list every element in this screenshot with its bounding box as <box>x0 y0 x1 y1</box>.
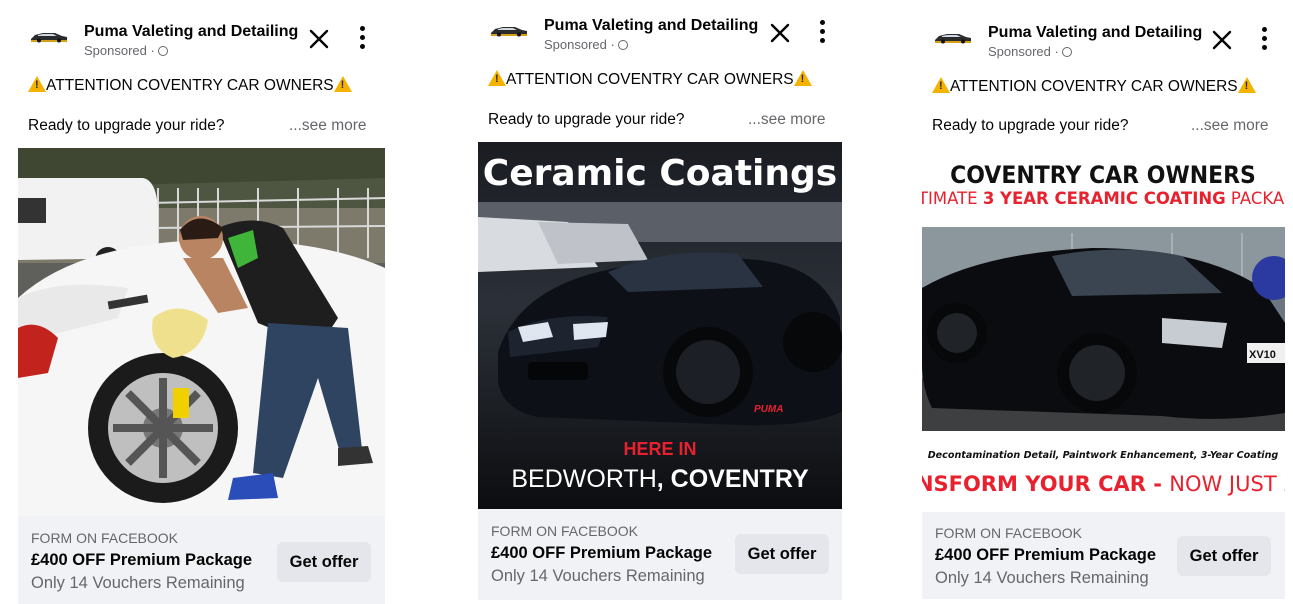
image-here-in: HERE IN <box>623 439 696 459</box>
attention-line: ATTENTION COVENTRY CAR OWNERS <box>28 76 352 95</box>
more-options-icon[interactable] <box>357 26 367 52</box>
globe-icon <box>1062 47 1073 57</box>
page-name-link[interactable]: Puma Valeting and Detailing <box>84 23 298 41</box>
sponsored-label: Sponsored · <box>544 37 629 52</box>
number-plate: XV10 <box>1249 349 1276 361</box>
sponsored-label: Sponsored · <box>84 43 169 58</box>
more-options-icon[interactable] <box>1259 27 1269 53</box>
image-headline: COVENTRY CAR OWNERS <box>950 162 1256 189</box>
attention-line: ATTENTION COVENTRY CAR OWNERS <box>488 70 812 89</box>
globe-icon <box>618 40 629 50</box>
puma-car-logo-icon[interactable] <box>933 29 973 45</box>
ad-header: Puma Valeting and Detailing Sponsored · <box>18 0 385 60</box>
form-source-label: Form on Facebook <box>31 530 179 546</box>
ad-card-3: Puma Valeting and Detailing Sponsored · … <box>922 0 1285 604</box>
see-more-link[interactable]: ...see more <box>289 117 367 135</box>
image-location: BEDWORTH, COVENTRY <box>511 465 809 493</box>
warning-emoji-icon <box>793 70 812 86</box>
see-more-link[interactable]: ...see more <box>1191 117 1269 135</box>
close-icon[interactable] <box>307 27 331 51</box>
ad-image-car-wash[interactable] <box>18 148 385 516</box>
offer-title: £400 OFF Premium Package <box>935 546 1157 564</box>
offer-title: £400 OFF Premium Package <box>491 544 713 562</box>
more-options-icon[interactable] <box>817 20 827 46</box>
close-icon[interactable] <box>1210 28 1234 52</box>
see-more-link[interactable]: ...see more <box>748 111 826 129</box>
ad-image-ceramic-coatings[interactable]: PUMA Ceramic Coatings HERE IN BEDWORTH, … <box>478 142 842 509</box>
image-subheadline: ULTIMATE 3 YEAR CERAMIC COATING PACKAGE <box>922 189 1285 208</box>
get-offer-button[interactable]: Get offer <box>1177 536 1271 576</box>
ad-teaser-text: Ready to upgrade your ride? <box>488 111 685 128</box>
warning-emoji-icon <box>488 70 506 86</box>
get-offer-button[interactable]: Get offer <box>277 542 371 582</box>
puma-watermark: PUMA <box>754 404 783 415</box>
image-price-line: TRANSFORM YOUR CAR - NOW JUST £389 <box>922 472 1285 496</box>
puma-car-logo-icon[interactable] <box>489 22 529 38</box>
ad-footer: Form on Facebook £400 OFF Premium Packag… <box>478 509 842 600</box>
offer-title: £400 OFF Premium Package <box>31 551 253 569</box>
warning-emoji-icon <box>333 76 352 92</box>
globe-icon <box>158 46 169 56</box>
ad-card-1: Puma Valeting and Detailing Sponsored · … <box>18 0 385 604</box>
close-icon[interactable] <box>768 21 792 45</box>
get-offer-button[interactable]: Get offer <box>735 534 829 574</box>
ad-footer: Form on Facebook £400 OFF Premium Packag… <box>922 512 1285 599</box>
form-source-label: Form on Facebook <box>491 523 639 539</box>
puma-car-logo-icon[interactable] <box>29 28 69 44</box>
warning-emoji-icon <box>932 77 950 93</box>
ad-footer: Form on Facebook £400 OFF Premium Packag… <box>18 516 385 604</box>
offer-subtitle: Only 14 Vouchers Remaining <box>491 567 705 585</box>
ad-header: Puma Valeting and Detailing Sponsored · <box>478 0 842 60</box>
page-name-link[interactable]: Puma Valeting and Detailing <box>544 17 758 35</box>
ad-teaser-text: Ready to upgrade your ride? <box>28 117 225 134</box>
image-headline: Ceramic Coatings <box>483 153 837 194</box>
ad-card-2: Puma Valeting and Detailing Sponsored · … <box>478 0 842 604</box>
attention-line: ATTENTION COVENTRY CAR OWNERS <box>932 77 1256 96</box>
page-name-link[interactable]: Puma Valeting and Detailing <box>988 24 1202 42</box>
sponsored-label: Sponsored · <box>988 44 1073 59</box>
warning-emoji-icon <box>1237 77 1256 93</box>
ad-header: Puma Valeting and Detailing Sponsored · <box>922 0 1285 60</box>
warning-emoji-icon <box>28 76 46 92</box>
form-source-label: Form on Facebook <box>935 525 1083 541</box>
ad-image-3-year-coating[interactable]: COVENTRY CAR OWNERS ULTIMATE 3 YEAR CERA… <box>922 148 1285 512</box>
ad-teaser-text: Ready to upgrade your ride? <box>932 117 1129 134</box>
offer-subtitle: Only 14 Vouchers Remaining <box>935 569 1149 587</box>
offer-subtitle: Only 14 Vouchers Remaining <box>31 574 245 592</box>
image-services: Decontamination Detail, Paintwork Enhanc… <box>928 450 1279 461</box>
